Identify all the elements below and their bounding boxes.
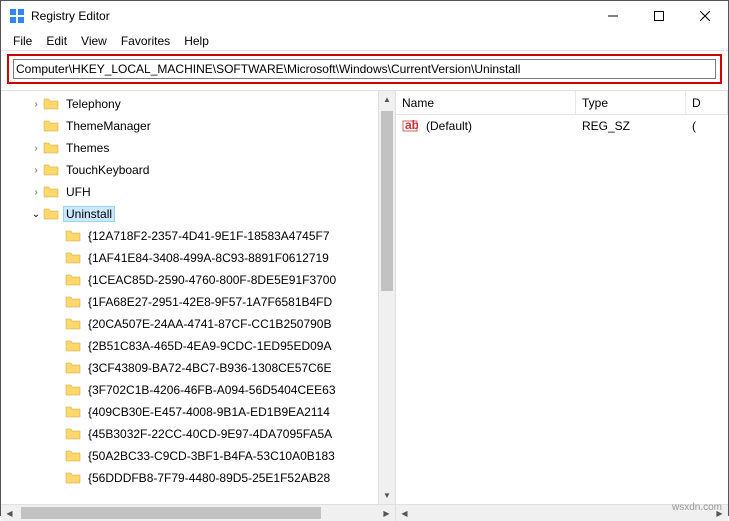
tree-item[interactable]: {12A718F2-2357-4D41-9E1F-18583A4745F7	[1, 225, 395, 247]
maximize-button[interactable]	[636, 1, 682, 31]
chevron-right-icon[interactable]: ›	[29, 165, 43, 176]
addressbar-container: Computer\HKEY_LOCAL_MACHINE\SOFTWARE\Mic…	[1, 51, 728, 90]
tree-item-label: {3CF43809-BA72-4BC7-B936-1308CE57C6E	[85, 360, 335, 376]
regedit-icon	[9, 8, 25, 24]
list-header: Name Type D	[396, 91, 728, 115]
scroll-left-arrow-icon[interactable]: ◀	[396, 505, 413, 521]
tree-item[interactable]: {20CA507E-24AA-4741-87CF-CC1B250790B	[1, 313, 395, 335]
menu-help[interactable]: Help	[178, 32, 215, 50]
chevron-right-icon[interactable]: ›	[29, 187, 43, 198]
tree-item-label: Telephony	[63, 96, 124, 112]
tree-item[interactable]: {56DDDFB8-7F79-4480-89D5-25E1F52AB28	[1, 467, 395, 489]
value-data: (	[686, 119, 702, 133]
minimize-button[interactable]	[590, 1, 636, 31]
scroll-left-arrow-icon[interactable]: ◀	[1, 505, 18, 521]
window-title: Registry Editor	[31, 9, 590, 23]
tree: › Telephony ThemeManager › Themes › TouchKeybo…	[1, 91, 395, 489]
tree-item[interactable]: ⌄ Uninstall	[1, 203, 395, 225]
addressbar-input[interactable]: Computer\HKEY_LOCAL_MACHINE\SOFTWARE\Mic…	[13, 59, 716, 79]
folder-icon	[43, 97, 59, 111]
window-controls	[590, 1, 728, 31]
chevron-right-icon[interactable]: ›	[29, 143, 43, 154]
tree-item-label: {409CB30E-E457-4008-9B1A-ED1B9EA2114	[85, 404, 333, 420]
tree-item-label: {1AF41E84-3408-499A-8C93-8891F0612719	[85, 250, 332, 266]
tree-item[interactable]: ThemeManager	[1, 115, 395, 137]
folder-icon	[65, 273, 81, 287]
tree-item[interactable]: {3CF43809-BA72-4BC7-B936-1308CE57C6E	[1, 357, 395, 379]
close-button[interactable]	[682, 1, 728, 31]
tree-item-label: {3F702C1B-4206-46FB-A094-56D5404CEE63	[85, 382, 339, 398]
folder-icon	[43, 163, 59, 177]
folder-icon	[65, 251, 81, 265]
tree-item-label: {1FA68E27-2951-42E8-9F57-1A7F6581B4FD	[85, 294, 335, 310]
chevron-right-icon[interactable]: ›	[29, 99, 43, 110]
string-value-icon: ab	[402, 118, 418, 134]
folder-icon	[43, 119, 59, 133]
tree-item[interactable]: › TouchKeyboard	[1, 159, 395, 181]
value-type: REG_SZ	[576, 119, 686, 133]
tree-item[interactable]: › Themes	[1, 137, 395, 159]
folder-icon	[65, 427, 81, 441]
menu-view[interactable]: View	[75, 32, 113, 50]
chevron-down-icon[interactable]: ⌄	[29, 209, 43, 220]
tree-item-label: Themes	[63, 140, 112, 156]
tree-item[interactable]: › UFH	[1, 181, 395, 203]
menubar: File Edit View Favorites Help	[1, 31, 728, 51]
tree-item-label: ThemeManager	[63, 118, 154, 134]
tree-item[interactable]: {1CEAC85D-2590-4760-800F-8DE5E91F3700	[1, 269, 395, 291]
tree-item[interactable]: {50A2BC33-C9CD-3BF1-B4FA-53C10A0B183	[1, 445, 395, 467]
tree-item[interactable]: {45B3032F-22CC-40CD-9E97-4DA7095FA5A	[1, 423, 395, 445]
menu-file[interactable]: File	[7, 32, 38, 50]
list-pane: Name Type D ab (Default) REG_SZ ( ◀ ▶	[396, 91, 728, 521]
folder-icon	[65, 471, 81, 485]
tree-item-label: {12A718F2-2357-4D41-9E1F-18583A4745F7	[85, 228, 333, 244]
tree-item-label: {45B3032F-22CC-40CD-9E97-4DA7095FA5A	[85, 426, 335, 442]
tree-item-label: {2B51C83A-465D-4EA9-9CDC-1ED95ED09A	[85, 338, 334, 354]
folder-icon	[65, 317, 81, 331]
tree-item[interactable]: › Telephony	[1, 93, 395, 115]
main-split: › Telephony ThemeManager › Themes › TouchKeybo…	[1, 90, 728, 521]
value-name: (Default)	[420, 119, 576, 133]
tree-item[interactable]: {1FA68E27-2951-42E8-9F57-1A7F6581B4FD	[1, 291, 395, 313]
scroll-right-arrow-icon[interactable]: ▶	[378, 505, 395, 521]
folder-icon	[65, 295, 81, 309]
folder-icon	[65, 449, 81, 463]
menu-favorites[interactable]: Favorites	[115, 32, 176, 50]
scroll-thumb-h[interactable]	[21, 507, 321, 519]
tree-item[interactable]: {2B51C83A-465D-4EA9-9CDC-1ED95ED09A	[1, 335, 395, 357]
titlebar: Registry Editor	[1, 1, 728, 31]
column-data[interactable]: D	[686, 91, 728, 114]
tree-scrollbar-vertical[interactable]: ▲ ▼	[378, 91, 395, 504]
folder-icon	[65, 339, 81, 353]
tree-item-label: {56DDDFB8-7F79-4480-89D5-25E1F52AB28	[85, 470, 333, 486]
tree-item[interactable]: {3F702C1B-4206-46FB-A094-56D5404CEE63	[1, 379, 395, 401]
folder-icon	[43, 207, 59, 221]
menu-edit[interactable]: Edit	[40, 32, 73, 50]
folder-icon	[65, 405, 81, 419]
tree-item-label: {1CEAC85D-2590-4760-800F-8DE5E91F3700	[85, 272, 339, 288]
tree-item-label: {20CA507E-24AA-4741-87CF-CC1B250790B	[85, 316, 335, 332]
tree-item-label: UFH	[63, 184, 94, 200]
folder-icon	[65, 361, 81, 375]
column-name[interactable]: Name	[396, 91, 576, 114]
column-type[interactable]: Type	[576, 91, 686, 114]
folder-icon	[43, 141, 59, 155]
list-item[interactable]: ab (Default) REG_SZ (	[396, 115, 728, 137]
watermark: wsxdn.com	[672, 502, 722, 513]
tree-item[interactable]: {1AF41E84-3408-499A-8C93-8891F0612719	[1, 247, 395, 269]
tree-item[interactable]: {409CB30E-E457-4008-9B1A-ED1B9EA2114	[1, 401, 395, 423]
tree-scrollbar-horizontal[interactable]: ◀ ▶	[1, 504, 395, 521]
scroll-down-arrow-icon[interactable]: ▼	[379, 487, 395, 504]
tree-item-label: {50A2BC33-C9CD-3BF1-B4FA-53C10A0B183	[85, 448, 338, 464]
folder-icon	[65, 229, 81, 243]
svg-text:ab: ab	[405, 118, 418, 132]
scroll-up-arrow-icon[interactable]: ▲	[379, 91, 395, 108]
scroll-thumb[interactable]	[381, 111, 393, 291]
tree-item-label: TouchKeyboard	[63, 162, 152, 178]
addressbar-highlight: Computer\HKEY_LOCAL_MACHINE\SOFTWARE\Mic…	[7, 54, 722, 84]
folder-icon	[65, 383, 81, 397]
folder-icon	[43, 185, 59, 199]
tree-item-label: Uninstall	[63, 206, 115, 222]
tree-pane: › Telephony ThemeManager › Themes › TouchKeybo…	[1, 91, 396, 521]
